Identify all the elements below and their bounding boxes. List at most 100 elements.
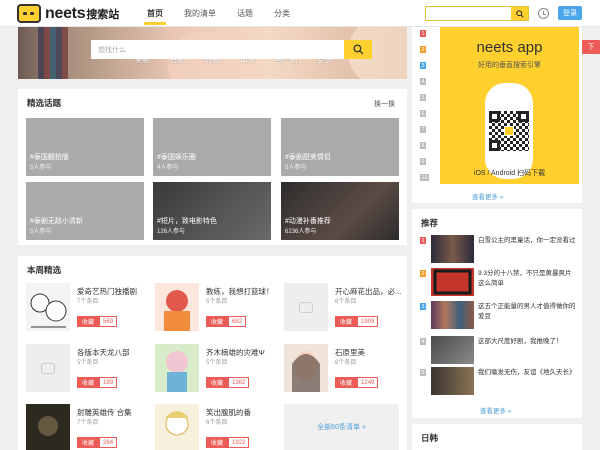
fav-button[interactable]: 收藏 1249	[335, 377, 379, 388]
list-item[interactable]: 齐木楠雄的灾难Ψ 5个条目 收藏 1362	[155, 344, 282, 392]
nav-home[interactable]: 首页	[144, 8, 166, 25]
list-count: 6个条目	[335, 299, 357, 305]
topic-title: #动漫补番推荐	[285, 218, 331, 225]
swap-button[interactable]: 换一换	[374, 99, 395, 109]
fav-count: 189	[99, 377, 118, 388]
recommend-title: 白雪公主的黑童话，你一定没看过	[478, 237, 576, 244]
topic-count: 5人参与	[30, 229, 52, 235]
fav-button[interactable]: 收藏 1922	[206, 437, 250, 448]
top-search-button[interactable]	[511, 7, 528, 20]
recommend-item[interactable]: 5 我们毫发无伤，友谊《地久天长》	[420, 367, 580, 397]
fav-label: 收藏	[335, 377, 358, 388]
topic-count: 4人参与	[157, 165, 179, 171]
nav-topics[interactable]: 话题	[237, 8, 253, 19]
fav-count: 264	[99, 437, 118, 448]
recommend-title: 这五个正能量的男人才值得做你的爱豆	[478, 303, 576, 320]
recommend-more-link[interactable]: 查看更多 »	[480, 405, 511, 415]
rank-number: 8	[420, 142, 426, 149]
list-count: 5个条目	[77, 360, 99, 366]
login-button[interactable]: 登录	[558, 6, 582, 20]
recommend-title: 我们毫发无伤，友谊《地久天长》	[478, 369, 576, 376]
qr-code-icon	[487, 109, 531, 153]
app-title: neets app	[476, 39, 543, 56]
manga-thumbnail	[26, 283, 70, 331]
history-icon[interactable]	[538, 8, 549, 19]
list-count: 5个条目	[206, 299, 228, 305]
fav-button[interactable]: 收藏 682	[206, 316, 247, 327]
list-item[interactable]: 射雕英雄传 合集 7个条目 收藏 264	[26, 404, 153, 450]
fav-label: 收藏	[77, 437, 100, 448]
nav-my-list[interactable]: 我的清单	[184, 8, 216, 19]
rank-number: 10	[420, 174, 429, 181]
app-subtitle: 好用的垂直搜索引擎	[478, 62, 541, 69]
fav-button[interactable]: 收藏 1909	[335, 316, 379, 327]
list-count: 6个条目	[206, 420, 228, 426]
list-item[interactable]: 石原里美 6个条目 收藏 1249	[284, 344, 411, 392]
topic-card[interactable]: #泰国翻拍版 5人参与	[26, 118, 144, 176]
recommend-item[interactable]: 3 这五个正能量的男人才值得做你的爱豆	[420, 301, 580, 331]
topic-card[interactable]: #动漫补番推荐 6236人参与	[281, 182, 399, 240]
fav-label: 收藏	[206, 437, 229, 448]
app-download-popup: neets app 好用的垂直搜索引擎 iOS / Android 扫码下载	[440, 27, 579, 184]
recommend-thumbnail	[431, 235, 474, 263]
list-item[interactable]: 笑出腹肌的番 6个条目 收藏 1922	[155, 404, 282, 450]
featured-topics-panel: 精选话题 换一换 #泰国翻拍版 5人参与 #泰国娱乐圈 4人参与 #泰剧甜美情侣…	[18, 89, 407, 245]
list-thumbnail	[26, 283, 70, 331]
recommend-title: 9.3分的十八禁，不只是黄暴爽片这么简单	[478, 270, 572, 287]
rank-number: 1	[420, 237, 426, 244]
recommend-thumbnail	[431, 336, 474, 364]
rank-number: 5	[420, 369, 426, 376]
topic-count: 5人参与	[30, 165, 52, 171]
qr-finder-icon	[489, 140, 500, 151]
fav-count: 682	[228, 316, 247, 327]
rank-number: 1	[420, 30, 426, 37]
list-thumbnail	[26, 404, 70, 450]
topic-card[interactable]: #泰国娱乐圈 4人参与	[153, 118, 271, 176]
recommend-thumbnail	[431, 367, 474, 395]
main-search-input[interactable]: 想找什么	[91, 40, 372, 59]
topic-title: #泰国翻拍版	[30, 154, 69, 161]
fav-label: 收藏	[206, 316, 229, 327]
qr-logo-icon	[504, 126, 514, 136]
topic-count: 126人参与	[157, 229, 186, 235]
topic-card[interactable]: #短片，致电影特色 126人参与	[153, 182, 271, 240]
fav-button[interactable]: 收藏 1362	[206, 377, 250, 388]
list-count: 5个条目	[206, 360, 228, 366]
list-item[interactable]: 各版本天龙八部 5个条目 收藏 189	[26, 344, 153, 392]
topic-title: #泰剧无敌小清新	[30, 218, 83, 225]
fav-label: 收藏	[335, 316, 358, 327]
nav-categories[interactable]: 分类	[274, 8, 290, 19]
topic-title: #泰剧甜美情侣	[285, 154, 331, 161]
main-search-button[interactable]	[344, 40, 372, 59]
section-title: 精选话题	[27, 98, 62, 108]
fav-button[interactable]: 收藏 264	[77, 437, 118, 448]
fav-button[interactable]: 收藏 189	[77, 377, 118, 388]
logo[interactable]: neets 搜索站	[17, 4, 119, 23]
recommend-item[interactable]: 4 这部大尺度好剧，我推晚了！	[420, 336, 580, 366]
recommend-item[interactable]: 1 白雪公主的黑童话，你一定没看过	[420, 235, 580, 265]
rank-more-link[interactable]: 查看更多 »	[472, 191, 503, 201]
topic-card[interactable]: #泰剧甜美情侣 5人参与	[281, 118, 399, 176]
portrait-thumbnail	[284, 344, 328, 392]
rank-number: 3	[420, 303, 426, 310]
topic-title: #泰国娱乐圈	[157, 154, 196, 161]
rank-number: 4	[420, 338, 426, 345]
rank-number: 3	[420, 62, 426, 69]
download-side-tab[interactable]: 下	[582, 40, 600, 54]
all-lists-link[interactable]: 全部60条清单 »	[284, 404, 399, 450]
list-thumbnail	[155, 404, 199, 450]
fav-button[interactable]: 收藏 569	[77, 316, 118, 327]
topic-card[interactable]: #泰剧无敌小清新 5人参与	[26, 182, 144, 240]
list-item[interactable]: 爱奇艺热门独播剧 7个条目 收藏 569	[26, 283, 153, 331]
app-download-text: iOS / Android 扫码下载	[473, 170, 546, 177]
recommend-item[interactable]: 2 9.3分的十八禁，不只是黄暴爽片这么简单	[420, 268, 580, 298]
topic-count: 6236人参与	[285, 229, 317, 235]
rank-number: 4	[420, 78, 426, 85]
search-placeholder: 想找什么	[98, 47, 126, 54]
top-search-input[interactable]	[425, 6, 529, 21]
anime-thumbnail	[155, 283, 199, 331]
list-item[interactable]: 开心麻花出品，必... 6个条目 收藏 1909	[284, 283, 411, 331]
logo-subtitle: 搜索站	[86, 8, 120, 21]
list-item[interactable]: 教练，我想打篮球！ 5个条目 收藏 682	[155, 283, 282, 331]
rank-number: 2	[420, 270, 426, 277]
